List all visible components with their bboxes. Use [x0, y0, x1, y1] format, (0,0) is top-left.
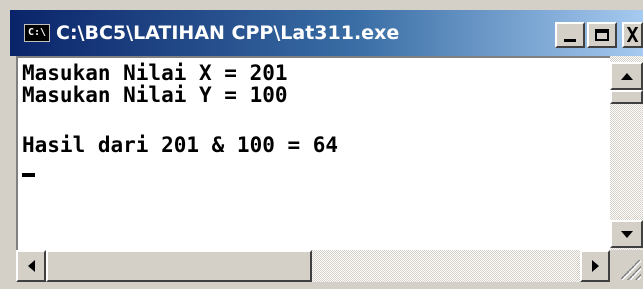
window-frame-bottom	[10, 282, 643, 289]
arrow-down-icon	[620, 230, 633, 238]
console-output[interactable]: Masukan Nilai X = 201 Masukan Nilai Y = …	[16, 56, 610, 250]
resize-grip-icon	[621, 260, 641, 280]
maximize-icon	[595, 29, 609, 41]
arrow-left-icon	[27, 260, 35, 272]
scroll-left-button[interactable]	[16, 250, 46, 282]
horizontal-scroll-thumb[interactable]	[46, 250, 312, 282]
horizontal-scrollbar[interactable]	[16, 250, 610, 282]
scroll-right-button[interactable]	[580, 250, 610, 282]
maximize-button[interactable]	[587, 22, 617, 48]
console-window: C:\ C:\BC5\LATIHAN CPP\Lat311.exe X Masu…	[0, 0, 643, 289]
window-title: C:\BC5\LATIHAN CPP\Lat311.exe	[56, 22, 400, 44]
scroll-up-button[interactable]	[610, 62, 643, 90]
vertical-scroll-thumb[interactable]	[610, 90, 643, 104]
arrow-right-icon	[591, 260, 599, 272]
console-icon[interactable]: C:\	[24, 24, 50, 42]
minimize-button[interactable]	[555, 22, 585, 48]
text-cursor	[22, 173, 35, 177]
console-line: Masukan Nilai X = 201	[22, 61, 288, 85]
minimize-icon	[564, 38, 576, 42]
title-bar[interactable]: C:\ C:\BC5\LATIHAN CPP\Lat311.exe X	[10, 10, 643, 56]
close-button[interactable]: X	[622, 22, 643, 48]
console-line: Masukan Nilai Y = 100	[22, 83, 288, 107]
console-line: Hasil dari 201 & 100 = 64	[22, 133, 339, 157]
scroll-down-button[interactable]	[610, 220, 643, 248]
close-icon: X	[626, 23, 639, 47]
resize-grip[interactable]	[610, 250, 643, 282]
vertical-scrollbar[interactable]	[610, 56, 643, 250]
arrow-up-icon	[620, 72, 633, 80]
